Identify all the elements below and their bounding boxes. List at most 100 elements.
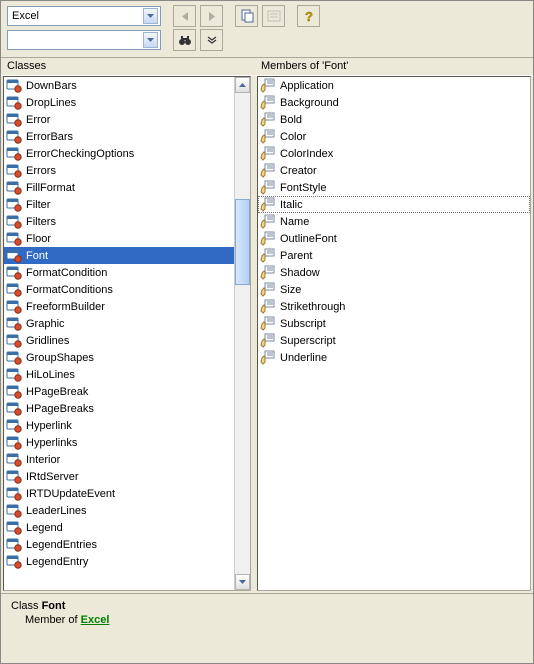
member-item[interactable]: FontStyle [258,179,530,196]
member-item-label: OutlineFont [280,233,337,245]
class-item[interactable]: Legend [4,519,234,536]
member-item[interactable]: Parent [258,247,530,264]
class-item[interactable]: LegendEntries [4,536,234,553]
class-item[interactable]: Filters [4,213,234,230]
scroll-thumb[interactable] [235,199,250,286]
class-item[interactable]: HPageBreaks [4,400,234,417]
class-item[interactable]: Filter [4,196,234,213]
class-item-label: Legend [26,522,63,534]
member-item[interactable]: Strikethrough [258,298,530,315]
member-item[interactable]: OutlineFont [258,230,530,247]
member-item-label: Superscript [280,335,336,347]
browser-columns: Classes DownBarsDropLinesErrorErrorBarsE… [1,57,533,593]
classes-column: Classes DownBarsDropLinesErrorErrorBarsE… [1,58,255,593]
class-item[interactable]: ErrorCheckingOptions [4,145,234,162]
class-item[interactable]: IRTDUpdateEvent [4,485,234,502]
class-item[interactable]: Hyperlinks [4,434,234,451]
class-item[interactable]: ErrorBars [4,128,234,145]
member-item[interactable]: Shadow [258,264,530,281]
class-item[interactable]: FormatConditions [4,281,234,298]
class-item[interactable]: Gridlines [4,332,234,349]
class-item[interactable]: Interior [4,451,234,468]
scroll-track[interactable] [235,93,250,574]
settings-button[interactable] [200,29,223,51]
class-item-label: Interior [26,454,60,466]
double-chevron-down-icon [207,36,217,44]
member-item[interactable]: ColorIndex [258,145,530,162]
class-item[interactable]: Errors [4,162,234,179]
view-definition-icon [267,9,281,23]
member-item-label: Parent [280,250,312,262]
class-item[interactable]: LeaderLines [4,502,234,519]
member-item[interactable]: Color [258,128,530,145]
library-link[interactable]: Excel [81,614,110,626]
class-item[interactable]: IRtdServer [4,468,234,485]
classes-list-container: DownBars DropLines ErrorErrorBarsErrorChec… [3,76,251,591]
member-item-label: Bold [280,114,302,126]
classes-scrollbar[interactable] [234,77,250,590]
help-button[interactable]: ? [297,5,320,27]
member-item[interactable]: Name [258,213,530,230]
class-item-label: LegendEntries [26,539,97,551]
member-item-label: Color [280,131,306,143]
view-definition-button[interactable] [262,5,285,27]
class-item[interactable]: HiLoLines [4,366,234,383]
member-item[interactable]: Underline [258,349,530,366]
class-item[interactable]: HPageBreak [4,383,234,400]
copy-icon [240,9,254,23]
classes-list[interactable]: DownBars DropLines ErrorErrorBarsErrorChec… [4,77,250,590]
library-combo[interactable]: Excel [7,6,161,26]
find-button[interactable] [173,29,196,51]
class-item-label: Graphic [26,318,65,330]
members-list-container: Application Background Bold Color ColorIndex… [257,76,531,591]
member-item-label: Underline [280,352,327,364]
class-item-label: LeaderLines [26,505,87,517]
class-item-label: FreeformBuilder [26,301,105,313]
member-item[interactable]: Application [258,77,530,94]
member-item-label: Application [280,80,334,92]
class-item[interactable]: FreeformBuilder [4,298,234,315]
chevron-down-icon[interactable] [143,8,158,24]
member-item[interactable]: Bold [258,111,530,128]
class-item-label: DropLines [26,97,76,109]
class-item[interactable]: Font [4,247,234,264]
class-item[interactable]: Hyperlink [4,417,234,434]
class-item[interactable]: Graphic [4,315,234,332]
class-item-label: Filters [26,216,56,228]
class-item[interactable]: FillFormat [4,179,234,196]
member-item-label: ColorIndex [280,148,333,160]
class-item[interactable]: DownBars [4,77,234,94]
member-item[interactable]: Superscript [258,332,530,349]
scroll-up-button[interactable] [235,77,250,93]
chevron-down-icon[interactable] [143,32,158,48]
member-item[interactable]: Creator [258,162,530,179]
class-item-label: IRTDUpdateEvent [26,488,115,500]
class-item[interactable]: Floor [4,230,234,247]
toolbar-row-2 [1,29,533,57]
class-item-label: HiLoLines [26,369,75,381]
member-item[interactable]: Size [258,281,530,298]
back-button[interactable] [173,5,196,27]
member-item-label: Size [280,284,301,296]
class-item-label: HPageBreaks [26,403,94,415]
member-item[interactable]: Italic [258,196,530,213]
members-column: Members of 'Font' ApplicationBackgroundB… [255,58,533,593]
class-prefix: Class [11,600,42,612]
member-of-line: Member of Excel [11,614,523,626]
search-combo[interactable] [7,30,161,50]
library-combo-value: Excel [12,10,143,22]
class-item-label: Floor [26,233,51,245]
member-item[interactable]: Subscript [258,315,530,332]
copy-button[interactable] [235,5,258,27]
class-item[interactable]: FormatCondition [4,264,234,281]
member-item[interactable]: Background [258,94,530,111]
arrow-left-icon [182,12,188,21]
class-item[interactable]: GroupShapes [4,349,234,366]
class-item[interactable]: Error [4,111,234,128]
members-list[interactable]: Application Background Bold Color ColorIndex… [258,77,530,590]
forward-button[interactable] [200,5,223,27]
class-item[interactable]: DropLines [4,94,234,111]
scroll-down-button[interactable] [235,574,250,590]
class-item[interactable]: LegendEntry [4,553,234,570]
member-item-label: FontStyle [280,182,326,194]
